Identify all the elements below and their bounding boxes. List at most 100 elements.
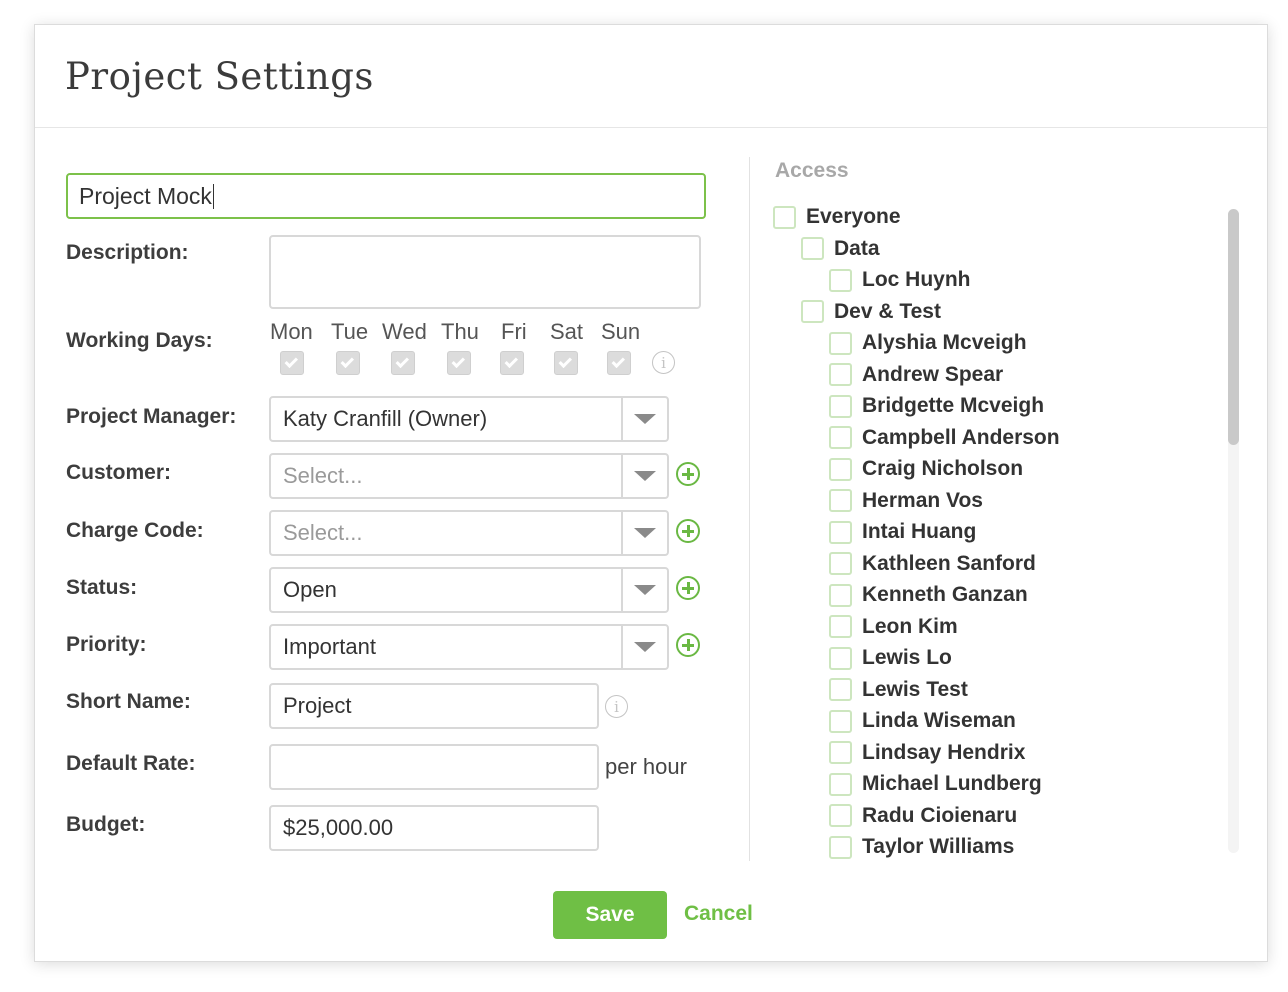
short-name-info-icon[interactable]: i (605, 695, 628, 718)
access-checkbox[interactable] (829, 268, 852, 292)
access-item[interactable]: Herman Vos (829, 489, 983, 513)
default-rate-input[interactable] (269, 744, 599, 790)
add-charge-code-icon[interactable] (676, 519, 700, 543)
access-item[interactable]: Linda Wiseman (829, 709, 1016, 733)
day-checkbox-tue[interactable] (336, 351, 360, 375)
access-item[interactable]: Radu Cioienaru (829, 804, 1017, 828)
access-item-label: Dev & Test (834, 299, 941, 323)
day-checkbox-sat[interactable] (554, 351, 578, 375)
chevron-down-icon[interactable] (621, 398, 667, 440)
budget-value: $25,000.00 (283, 815, 394, 840)
day-label-fri: Fri (501, 319, 527, 344)
day-checkbox-mon[interactable] (280, 351, 304, 375)
access-checkbox[interactable] (801, 237, 824, 260)
access-item[interactable]: Data (801, 237, 880, 261)
project-name-input[interactable]: Project Mock (66, 173, 706, 219)
access-checkbox[interactable] (829, 678, 852, 701)
short-name-value: Project (283, 693, 352, 718)
chevron-down-icon[interactable] (621, 455, 667, 497)
priority-label: Priority: (66, 633, 147, 656)
charge-code-label: Charge Code: (66, 519, 204, 542)
cancel-button[interactable]: Cancel (684, 902, 753, 926)
access-checkbox[interactable] (829, 741, 852, 764)
access-item[interactable]: Kathleen Sanford (829, 552, 1036, 576)
access-item[interactable]: Everyone (773, 205, 901, 229)
access-checkbox[interactable] (829, 835, 852, 859)
access-checkbox[interactable] (829, 489, 852, 512)
budget-input[interactable]: $25,000.00 (269, 805, 599, 851)
access-item[interactable]: Kenneth Ganzan (829, 583, 1028, 607)
short-name-input[interactable]: Project (269, 683, 599, 729)
access-item[interactable]: Alyshia Mcveigh (829, 331, 1027, 355)
access-checkbox[interactable] (829, 804, 852, 827)
default-rate-label: Default Rate: (66, 752, 196, 775)
access-checkbox[interactable] (773, 205, 796, 229)
check-icon (451, 354, 466, 368)
access-checkbox[interactable] (829, 552, 852, 575)
access-item-label: Linda Wiseman (862, 709, 1016, 732)
day-checkbox-wed[interactable] (391, 351, 415, 375)
access-checkbox[interactable] (829, 457, 852, 481)
add-customer-icon[interactable] (676, 462, 700, 486)
access-item[interactable]: Lewis Lo (829, 646, 952, 670)
description-label: Description: (66, 241, 189, 264)
project-manager-select[interactable]: Katy Cranfill (Owner) (269, 396, 669, 442)
access-item[interactable]: Loc Huynh (829, 268, 971, 292)
day-checkbox-thu[interactable] (447, 351, 471, 375)
access-item[interactable]: Campbell Anderson (829, 426, 1060, 450)
customer-label: Customer: (66, 461, 172, 484)
access-item-label: Michael Lundberg (862, 772, 1042, 795)
access-item[interactable]: Michael Lundberg (829, 772, 1042, 796)
project-manager-label: Project Manager: (66, 405, 237, 428)
day-checkbox-fri[interactable] (500, 351, 524, 375)
access-checkbox[interactable] (829, 331, 852, 355)
charge-code-select[interactable]: Select... (269, 510, 669, 556)
description-textarea[interactable] (269, 235, 701, 309)
access-item[interactable]: Taylor Williams (829, 835, 1014, 859)
access-checkbox[interactable] (829, 520, 852, 544)
add-priority-icon[interactable] (676, 633, 700, 657)
access-checkbox[interactable] (829, 363, 852, 386)
check-icon (340, 354, 355, 368)
budget-label: Budget: (66, 813, 146, 836)
check-icon (611, 354, 626, 368)
access-checkbox[interactable] (801, 300, 824, 323)
working-days-info-icon[interactable]: i (652, 351, 675, 374)
status-value: Open (283, 577, 337, 602)
dialog-title: Project Settings (65, 55, 374, 98)
access-checkbox[interactable] (829, 394, 852, 418)
add-status-icon[interactable] (676, 576, 700, 600)
access-item[interactable]: Intai Huang (829, 520, 976, 544)
priority-value: Important (283, 634, 376, 659)
access-checkbox[interactable] (829, 772, 852, 796)
access-checkbox[interactable] (829, 426, 852, 449)
chevron-down-icon[interactable] (621, 626, 667, 668)
access-item[interactable]: Leon Kim (829, 615, 958, 639)
chevron-down-icon[interactable] (621, 569, 667, 611)
project-name-value: Project Mock (79, 182, 212, 209)
access-item[interactable]: Lindsay Hendrix (829, 741, 1025, 765)
access-item[interactable]: Dev & Test (801, 300, 941, 324)
access-checkbox[interactable] (829, 615, 852, 638)
access-checkbox[interactable] (829, 583, 852, 607)
day-checkbox-sun[interactable] (607, 351, 631, 375)
day-label-mon: Mon (270, 319, 313, 344)
access-item[interactable]: Andrew Spear (829, 363, 1003, 387)
access-item[interactable]: Craig Nicholson (829, 457, 1023, 481)
day-label-tue: Tue (331, 319, 369, 344)
priority-select[interactable]: Important (269, 624, 669, 670)
access-item-label: Lewis Lo (862, 646, 952, 669)
customer-select[interactable]: Select... (269, 453, 669, 499)
customer-placeholder: Select... (283, 463, 363, 488)
access-item[interactable]: Lewis Test (829, 678, 968, 702)
status-select[interactable]: Open (269, 567, 669, 613)
access-checkbox[interactable] (829, 709, 852, 733)
chevron-down-icon[interactable] (621, 512, 667, 554)
short-name-label: Short Name: (66, 690, 191, 713)
access-item[interactable]: Bridgette Mcveigh (829, 394, 1044, 418)
access-scrollbar-thumb[interactable] (1228, 209, 1239, 445)
access-checkbox[interactable] (829, 646, 852, 670)
save-button[interactable]: Save (553, 891, 667, 939)
access-item-label: Bridgette Mcveigh (862, 394, 1045, 417)
access-item-label: Taylor Williams (862, 835, 1015, 858)
